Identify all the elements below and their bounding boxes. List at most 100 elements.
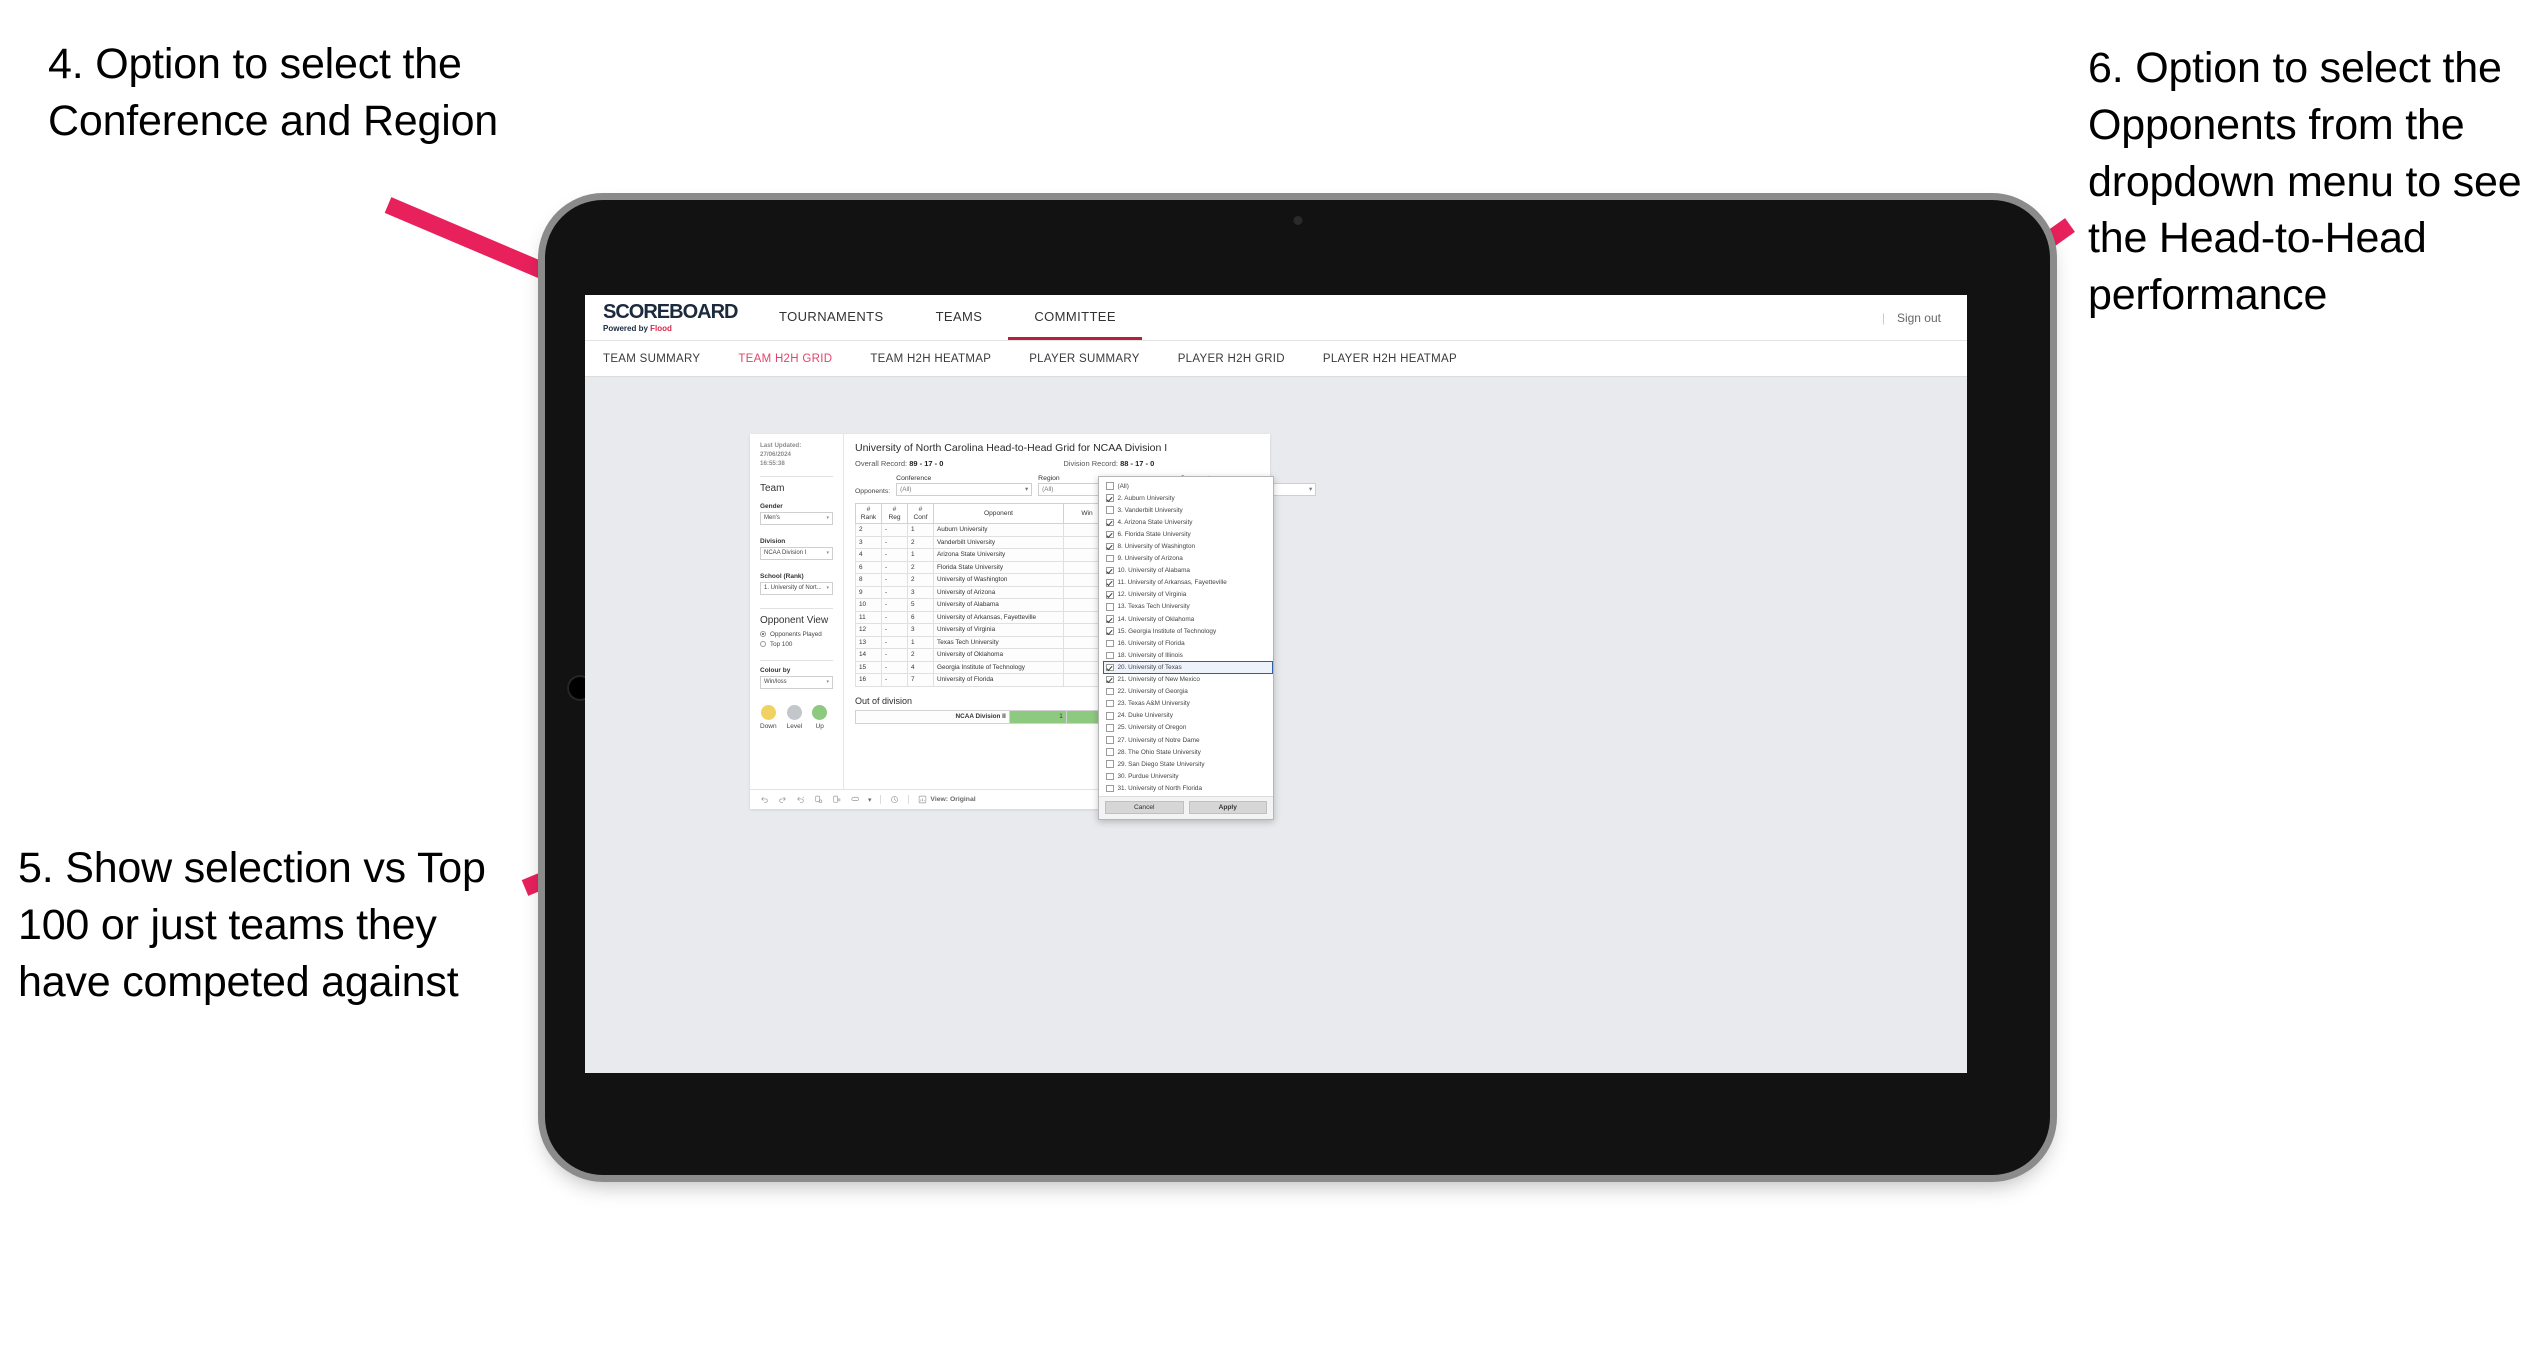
redo-icon[interactable]	[778, 795, 787, 804]
checkbox-icon[interactable]	[1106, 772, 1114, 781]
checkbox-icon[interactable]	[1106, 603, 1114, 611]
subnav-item-team-h2h-heatmap[interactable]: TEAM H2H HEATMAP	[851, 353, 1010, 365]
col-rank[interactable]: # Rank	[855, 502, 882, 525]
school-rank-label: School (Rank)	[760, 572, 804, 580]
opponent-dropdown-item[interactable]: (All)	[1103, 480, 1273, 492]
opponent-dropdown-item[interactable]: 23. Texas A&M University	[1103, 698, 1273, 710]
checkbox-checked-icon[interactable]	[1106, 530, 1114, 539]
opponent-dropdown-item[interactable]: 28. The Ohio State University	[1103, 746, 1273, 758]
subnav-item-player-h2h-grid[interactable]: PLAYER H2H GRID	[1159, 353, 1304, 365]
toolbar-divider	[908, 795, 910, 804]
ood-label: NCAA Division II	[855, 709, 1010, 724]
opponent-dropdown-item[interactable]: 20. University of Texas	[1103, 661, 1273, 674]
checkbox-checked-icon[interactable]	[1106, 579, 1114, 587]
checkbox-icon[interactable]	[1106, 724, 1114, 732]
apply-button[interactable]: Apply	[1188, 801, 1267, 815]
cell-reg: -	[881, 660, 908, 675]
cancel-button[interactable]: Cancel	[1105, 801, 1184, 815]
checkbox-icon[interactable]	[1106, 760, 1114, 768]
radio-opponents-played[interactable]: Opponents Played	[760, 631, 833, 638]
checkbox-checked-icon[interactable]	[1106, 615, 1114, 623]
checkbox-icon[interactable]	[1106, 712, 1114, 720]
col-reg[interactable]: # Reg	[881, 502, 908, 525]
opponent-dropdown-item[interactable]: 16. University of Florida	[1103, 637, 1273, 649]
checkbox-checked-icon[interactable]	[1106, 627, 1114, 635]
revert-icon[interactable]	[796, 795, 805, 804]
checkbox-checked-icon[interactable]	[1106, 566, 1114, 575]
gender-select[interactable]: Men's ▾	[760, 511, 833, 525]
pause-auto-update-icon[interactable]	[832, 795, 841, 804]
subnav-item-team-summary[interactable]: TEAM SUMMARY	[585, 353, 719, 365]
nav-item-teams[interactable]: TEAMS	[910, 295, 1009, 340]
opponent-dropdown-item[interactable]: 31. University of North Florida	[1103, 782, 1273, 794]
colour-by-value: Win/loss	[764, 679, 787, 686]
tablet-screen: SCOREBOARD Powered by Flood TOURNAMENTS …	[585, 295, 1967, 1073]
conference-select[interactable]: (All) ▾	[896, 483, 1033, 496]
opponent-dropdown-item[interactable]: 27. University of Notre Dame	[1103, 734, 1273, 746]
checkbox-icon[interactable]	[1106, 687, 1114, 696]
opponent-dropdown-item[interactable]: 4. Arizona State University	[1103, 516, 1273, 528]
checkbox-checked-icon[interactable]	[1106, 591, 1114, 599]
checkbox-checked-icon[interactable]	[1106, 518, 1114, 527]
pause-resume-icon[interactable]	[890, 795, 899, 804]
opponent-dropdown-item[interactable]: 22. University of Georgia	[1103, 686, 1273, 698]
opponent-dropdown-item[interactable]: 3. Vanderbilt University	[1103, 504, 1273, 516]
nav-item-tournaments[interactable]: TOURNAMENTS	[753, 295, 910, 340]
checkbox-icon[interactable]	[1106, 748, 1114, 756]
redo-arrow-icon[interactable]	[850, 795, 859, 804]
opponent-dropdown-item[interactable]: 6. Florida State University	[1103, 528, 1273, 540]
nav-item-committee[interactable]: COMMITTEE	[1008, 295, 1142, 340]
opponent-dropdown-item[interactable]: 24. Duke University	[1103, 710, 1273, 722]
radio-icon	[760, 641, 766, 648]
checkbox-icon[interactable]	[1106, 784, 1114, 793]
divider	[760, 607, 833, 609]
legend-item-level: Level	[787, 704, 802, 730]
opponent-dropdown-item[interactable]: 9. University of Arizona	[1103, 553, 1273, 565]
ood-win: 1	[1008, 709, 1067, 724]
checkbox-icon[interactable]	[1106, 554, 1114, 563]
opponent-dropdown-item[interactable]: 18. University of Illinois	[1103, 649, 1273, 661]
opponent-dropdown-item[interactable]: 21. University of New Mexico	[1103, 674, 1273, 686]
checkbox-checked-icon[interactable]	[1106, 542, 1114, 551]
col-opponent[interactable]: Opponent	[933, 502, 1064, 525]
checkbox-icon[interactable]	[1106, 506, 1114, 514]
checkbox-icon[interactable]	[1106, 482, 1114, 490]
col-conf[interactable]: # Conf	[907, 502, 934, 525]
opponent-dropdown-item[interactable]: 13. Texas Tech University	[1103, 601, 1273, 613]
refresh-data-icon[interactable]	[814, 795, 823, 804]
colour-by-select[interactable]: Win/loss ▾	[760, 675, 833, 689]
opponent-dropdown-item[interactable]: 8. University of Washington	[1103, 540, 1273, 552]
cell-opponent: University of Oklahoma	[933, 648, 1064, 662]
checkbox-checked-icon[interactable]	[1106, 494, 1114, 502]
view-original-button[interactable]: View: Original	[918, 795, 976, 804]
school-rank-select[interactable]: 1. University of Nort... ▾	[760, 581, 833, 595]
checkbox-icon[interactable]	[1106, 639, 1114, 648]
opponent-dropdown-item[interactable]: 15. Georgia Institute of Technology	[1103, 625, 1273, 637]
brand-logo[interactable]: SCOREBOARD Powered by Flood	[585, 302, 753, 333]
opponent-dropdown-item[interactable]: 12. University of Virginia	[1103, 589, 1273, 601]
division-select[interactable]: NCAA Division I ▾	[760, 546, 833, 560]
subnav-item-player-summary[interactable]: PLAYER SUMMARY	[1010, 353, 1159, 365]
opponent-dropdown-item[interactable]: 11. University of Arkansas, Fayetteville	[1103, 577, 1273, 589]
chevron-down-icon[interactable]: ▾	[868, 796, 871, 804]
checkbox-icon[interactable]	[1106, 736, 1114, 744]
checkbox-icon[interactable]	[1106, 699, 1114, 708]
subnav-item-player-h2h-heatmap[interactable]: PLAYER H2H HEATMAP	[1304, 353, 1476, 365]
opponent-dropdown-item[interactable]: 25. University of Oregon	[1103, 722, 1273, 734]
opponents-label: Opponents:	[855, 488, 891, 495]
cell-conf: 1	[907, 635, 934, 650]
subnav-item-team-h2h-grid[interactable]: TEAM H2H GRID	[719, 353, 851, 365]
opponent-dropdown-item[interactable]: 14. University of Oklahoma	[1103, 613, 1273, 625]
checkbox-checked-icon[interactable]	[1106, 663, 1114, 672]
checkbox-checked-icon[interactable]	[1106, 675, 1114, 684]
opponent-dropdown-menu[interactable]: (All) 2. Auburn University 3. Vanderbilt U…	[1098, 476, 1274, 821]
radio-top-100[interactable]: Top 100	[760, 641, 833, 648]
opponent-dropdown-item[interactable]: 30. Purdue University	[1103, 770, 1273, 782]
cell-conf: 2	[907, 535, 934, 550]
checkbox-icon[interactable]	[1106, 651, 1114, 660]
undo-icon[interactable]	[760, 795, 769, 804]
sign-out-link[interactable]: Sign out	[1897, 311, 1941, 325]
opponent-dropdown-item[interactable]: 10. University of Alabama	[1103, 565, 1273, 577]
opponent-dropdown-item[interactable]: 2. Auburn University	[1103, 492, 1273, 504]
opponent-dropdown-item[interactable]: 29. San Diego State University	[1103, 758, 1273, 770]
